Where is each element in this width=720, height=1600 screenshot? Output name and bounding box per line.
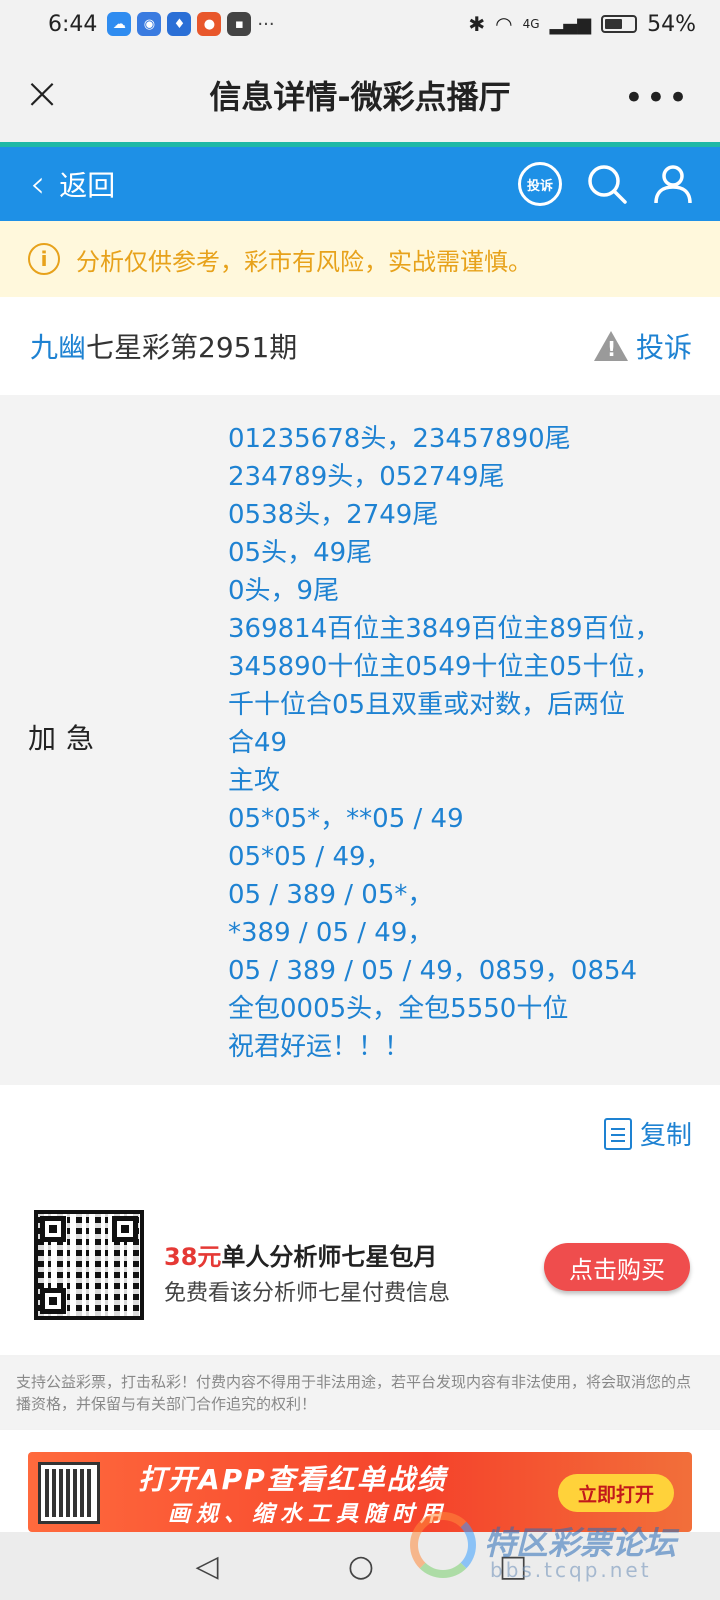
content-line: 345890十位主0549十位主05十位， [228,652,661,682]
battery-icon [601,15,638,33]
content-line: 05*05 / 49， [228,842,392,872]
risk-notice: i 分析仅供参考，彩市有风险，实战需谨慎。 [0,221,720,297]
page-title: 信息详情-微彩点播厅 [209,78,511,116]
notice-text: 分析仅供参考，彩市有风险，实战需谨慎。 [76,247,532,276]
bluetooth-icon: ✱ [468,12,486,36]
promo-price: 38元 [164,1243,222,1271]
info-icon: i [28,243,60,275]
content-line: 合49 [228,728,288,758]
qr-corner [40,1216,66,1242]
post-content: 加急 01235678头，23457890尾 234789头，052749尾 0… [0,395,720,1085]
post-label: 加急 [28,722,105,755]
content-line: 05头，49尾 [228,538,373,568]
title-bar: × 信息详情-微彩点播厅 ••• [0,48,720,142]
status-app-icons: ☁ ◉ ♦ ● ▪ ··· [107,12,275,36]
post-header: 九幽 七星彩第2951期 投诉 [0,297,720,395]
status-right: ✱ ◠ 4G ▂▄▆ 54% [468,12,696,37]
status-bar: 6:44 ☁ ◉ ♦ ● ▪ ··· ✱ ◠ 4G ▂▄▆ 54% [0,0,720,48]
content-line: 主攻 [228,766,281,796]
phone-app-icon: ▪ [227,12,252,36]
watermark-url: bbs.tcqp.net [490,1558,652,1582]
watermark-logo-icon [410,1512,476,1578]
back-label: 返回 [59,169,116,202]
disclaimer-text: 支持公益彩票，打击私彩！付费内容不得用于非法用途，若平台发现内容有非法使用，将会… [0,1357,720,1429]
content-line: 0头，9尾 [228,576,340,606]
user-icon[interactable] [652,163,694,205]
signal-icon: ▂▄▆ [549,13,592,35]
nav-bar: ‹ 返回 投诉 [0,147,720,221]
search-icon[interactable] [586,163,628,205]
report-button[interactable]: 投诉 [593,326,692,366]
status-time: 6:44 [48,11,98,37]
network-type: 4G [522,17,540,31]
report-label: 投诉 [635,331,692,364]
copy-label: 复制 [639,1121,692,1151]
complain-badge-label: 投诉 [526,178,553,194]
content-line: 05 / 389 / 05 / 49，0859，0854 [228,956,638,986]
shop-app-icon: ● [197,12,222,36]
more-icon[interactable]: ••• [624,78,690,118]
promo-title-text: 单人分析师七星包月 [221,1243,438,1271]
bulb-app-icon: ♦ [167,12,192,36]
content-line: 千十位合05且双重或对数，后两位 [228,690,626,720]
content-line: 0538头，2749尾 [228,500,439,530]
complain-icon[interactable]: 投诉 [518,162,562,206]
chevron-left-icon: ‹ [30,162,46,206]
qr-corner [40,1288,66,1314]
buy-button[interactable]: 点击购买 [544,1243,690,1291]
warning-icon [593,331,628,361]
copy-button[interactable]: 复制 [603,1115,692,1152]
status-more: ··· [257,13,275,35]
content-line: 05 / 389 / 05*， [228,880,434,910]
banner-title: 打开APP查看红单战绩 [138,1463,447,1496]
copy-icon [603,1117,632,1150]
wifi-icon: ◠ [495,12,513,36]
close-icon[interactable]: × [22,72,62,116]
content-line: 369814百位主3849百位主89百位， [228,614,661,644]
content-line: 234789头，052749尾 [228,462,505,492]
nav-actions: 投诉 [518,162,694,206]
prediction-lines: 01235678头，23457890尾 234789头，052749尾 0538… [228,420,698,1066]
qr-corner [112,1216,138,1242]
content-line: 祝君好运！！！ [228,1032,411,1062]
content-line: 01235678头，23457890尾 [228,424,571,454]
weather-app-icon: ☁ [107,12,132,36]
banner-qr-code [38,1462,100,1524]
back-button[interactable]: ‹ 返回 [30,162,115,206]
browser-app-icon: ◉ [137,12,162,36]
issue-title: 七星彩第2951期 [86,331,298,364]
nav-home-icon[interactable]: ○ [344,1550,378,1584]
promo-subtitle: 免费看该分析师七星付费信息 [164,1281,451,1306]
content-line: 全包0005头，全包5550十位 [228,994,569,1024]
author-link[interactable]: 九幽 [30,326,86,366]
nav-back-icon[interactable]: ◁ [190,1550,224,1584]
copy-row: 复制 [0,1085,720,1185]
forum-watermark: 特区彩票论坛 bbs.tcqp.net [410,1500,710,1600]
subscription-promo: 38元单人分析师七星包月 免费看该分析师七星付费信息 点击购买 [0,1185,720,1355]
battery-percent: 54% [647,11,696,37]
promo-title: 38元单人分析师七星包月 [164,1237,437,1272]
content-line: 05*05*，**05 / 49 [228,804,464,834]
content-line: *389 / 05 / 49， [228,918,434,948]
banner-subtitle: 画规、缩水工具随时用 [168,1502,449,1527]
qr-code [34,1210,144,1320]
screen: 6:44 ☁ ◉ ♦ ● ▪ ··· ✱ ◠ 4G ▂▄▆ 54% × 信息详情… [0,0,720,1600]
